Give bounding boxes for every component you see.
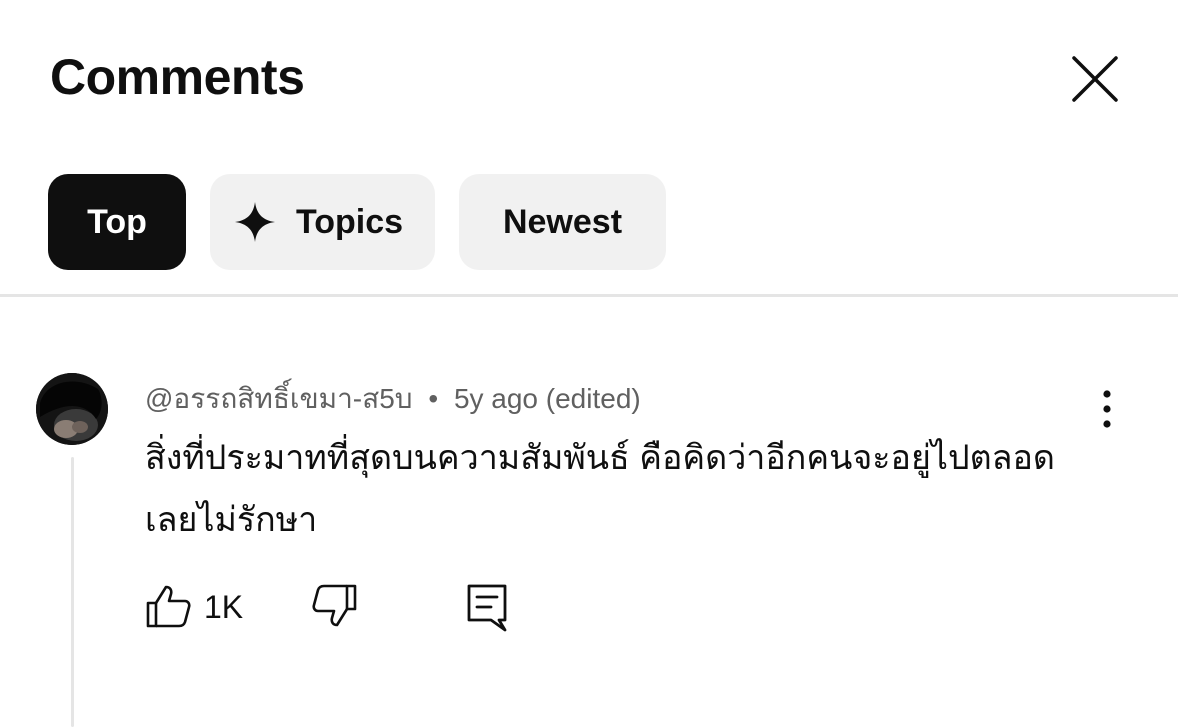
thumbs-up-icon [146, 585, 191, 628]
chip-label: Newest [502, 202, 623, 241]
meta-separator: • [428, 383, 439, 414]
sparkle-icon [234, 201, 276, 243]
comments-header: Comments [0, 0, 1178, 150]
reply-button[interactable] [466, 583, 508, 633]
comment-text: สิ่งที่ประมาทที่สุดบนความสัมพันธ์ คือคิด… [145, 439, 1055, 539]
dislike-button[interactable] [312, 583, 358, 629]
chip-label: Topics [296, 202, 404, 241]
thread-line [71, 457, 74, 727]
reply-icon [467, 584, 507, 632]
like-count: 1K [204, 589, 244, 625]
more-button[interactable] [1090, 389, 1124, 429]
comment-time: 5y ago (edited) [453, 383, 641, 414]
page-title: Comments [50, 49, 305, 105]
like-button[interactable] [145, 583, 191, 629]
chip-newest[interactable]: Newest [459, 174, 666, 270]
more-vert-icon [1103, 390, 1111, 428]
chip-top[interactable]: Top [48, 174, 186, 270]
chip-topics[interactable]: Topics [210, 174, 435, 270]
comment-meta: @อรรถสิทธิ์เขมา-ส5บ • 5y ago (edited) [145, 377, 641, 421]
thumbs-down-icon [312, 584, 357, 627]
chip-label: Top [87, 202, 147, 241]
comment-item: @อรรถสิทธิ์เขมา-ส5บ • 5y ago (edited) สิ… [0, 297, 1178, 727]
close-button[interactable] [1064, 50, 1124, 110]
comment-author[interactable]: @อรรถสิทธิ์เขมา-ส5บ [145, 383, 413, 414]
filter-chips: Top Topics Newest [48, 174, 666, 270]
close-icon [1072, 56, 1118, 102]
avatar[interactable] [36, 373, 108, 445]
